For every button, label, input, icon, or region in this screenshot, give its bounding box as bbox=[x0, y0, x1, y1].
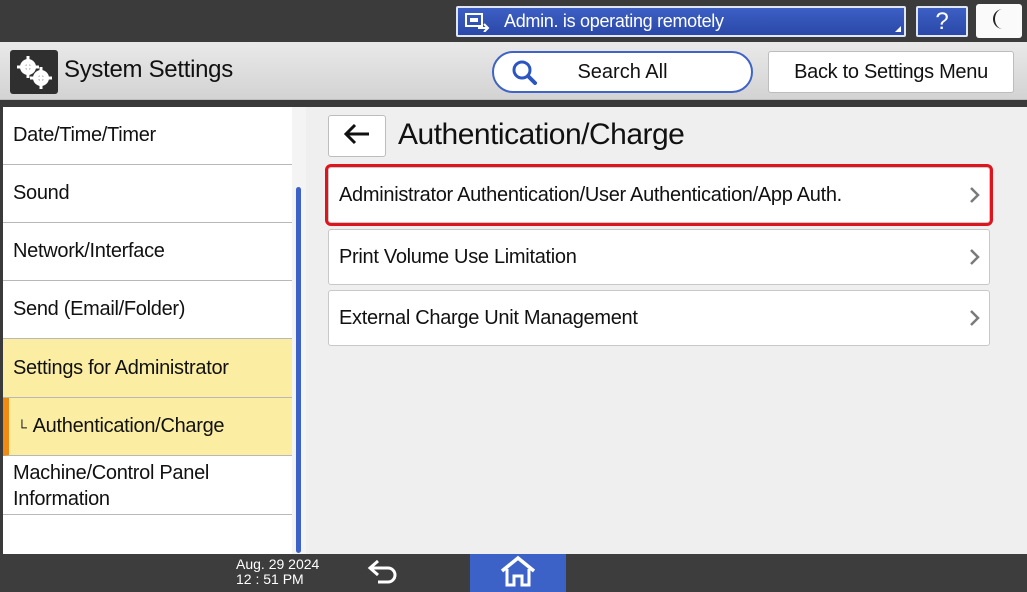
sidebar-item-sound[interactable]: Sound bbox=[3, 165, 292, 223]
sidebar-item-label: Network/Interface bbox=[13, 240, 165, 262]
sidebar-item-label: Send (Email/Folder) bbox=[13, 298, 186, 320]
date-time-display: Aug. 29 2024 12 : 51 PM bbox=[236, 557, 319, 587]
sidebar-item-date-time-timer[interactable]: Date/Time/Timer bbox=[3, 107, 292, 165]
chevron-right-icon bbox=[967, 309, 981, 327]
return-button[interactable] bbox=[362, 557, 404, 589]
back-button[interactable] bbox=[328, 115, 386, 157]
home-icon bbox=[499, 555, 537, 592]
menu-row-admin-user-app-auth[interactable]: Administrator Authentication/User Authen… bbox=[325, 164, 993, 226]
menu-row-label: External Charge Unit Management bbox=[339, 306, 638, 329]
home-button[interactable] bbox=[470, 554, 566, 592]
sidebar-scrollbar-thumb[interactable] bbox=[296, 187, 301, 553]
sub-item-corner-icon: └ bbox=[17, 418, 27, 435]
sidebar-item-label-line1: Machine/Control Panel bbox=[13, 462, 210, 484]
sidebar: Date/Time/Timer Sound Network/Interface … bbox=[3, 107, 292, 554]
section-title: Authentication/Charge bbox=[398, 118, 685, 151]
menu-row-print-volume-use-limitation[interactable]: Print Volume Use Limitation bbox=[328, 229, 990, 285]
menu-row-label: Print Volume Use Limitation bbox=[339, 245, 577, 268]
chevron-right-icon bbox=[967, 248, 981, 266]
settings-gear-icon bbox=[10, 50, 58, 94]
corner-marker-icon bbox=[895, 26, 901, 32]
chevron-right-icon bbox=[967, 186, 981, 204]
search-all-label: Search All bbox=[577, 60, 668, 83]
energy-saver-button[interactable] bbox=[976, 4, 1022, 38]
back-to-settings-menu-button[interactable]: Back to Settings Menu bbox=[768, 51, 1014, 93]
menu-row-external-charge-unit-management[interactable]: External Charge Unit Management bbox=[328, 290, 990, 346]
remote-operation-indicator[interactable]: Admin. is operating remotely bbox=[456, 6, 906, 37]
sidebar-item-label: Sound bbox=[13, 182, 70, 204]
sidebar-item-authentication-charge[interactable]: └ Authentication/Charge bbox=[3, 398, 292, 456]
sidebar-item-label: Authentication/Charge bbox=[32, 415, 225, 437]
back-arrow-icon bbox=[342, 122, 372, 151]
header: System Settings Search All Back to Setti… bbox=[0, 42, 1027, 100]
search-all-button[interactable]: Search All bbox=[492, 51, 753, 93]
sidebar-item-label: Date/Time/Timer bbox=[13, 124, 156, 146]
sidebar-item-settings-for-administrator[interactable]: Settings for Administrator bbox=[3, 339, 292, 398]
sidebar-item-label: Settings for Administrator bbox=[13, 356, 229, 379]
sidebar-item-machine-control-panel-information[interactable]: Machine/Control Panel Information bbox=[3, 456, 292, 515]
date-text: Aug. 29 2024 bbox=[236, 556, 320, 572]
menu-row-label: Administrator Authentication/User Authen… bbox=[339, 183, 842, 206]
sidebar-item-send-email-folder[interactable]: Send (Email/Folder) bbox=[3, 281, 292, 339]
page-title: System Settings bbox=[64, 56, 233, 83]
status-bar: Admin. is operating remotely ? bbox=[0, 0, 1027, 42]
bottom-bar: Aug. 29 2024 12 : 51 PM bbox=[0, 554, 1027, 592]
sidebar-item-label-line2: Information bbox=[13, 488, 110, 510]
remote-operation-text: Admin. is operating remotely bbox=[504, 11, 724, 31]
return-arrow-icon bbox=[366, 558, 400, 589]
time-text: 12 : 51 PM bbox=[236, 571, 304, 587]
sleep-moon-icon bbox=[989, 7, 1009, 36]
sidebar-item-network-interface[interactable]: Network/Interface bbox=[3, 223, 292, 281]
help-button[interactable]: ? bbox=[916, 6, 968, 37]
help-icon: ? bbox=[935, 7, 949, 35]
remote-pc-icon bbox=[462, 11, 492, 33]
